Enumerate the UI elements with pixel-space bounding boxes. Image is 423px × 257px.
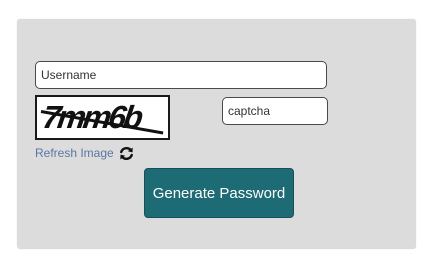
captcha-text: 7mm6b xyxy=(40,99,143,135)
refresh-image-link[interactable]: Refresh Image xyxy=(35,144,134,162)
captcha-input[interactable] xyxy=(222,97,328,125)
refresh-icon[interactable] xyxy=(119,146,134,161)
generate-password-button[interactable]: Generate Password xyxy=(144,168,294,218)
captcha-image: 7mm6b xyxy=(35,95,170,140)
refresh-image-label: Refresh Image xyxy=(35,146,114,160)
username-input[interactable] xyxy=(35,61,327,89)
